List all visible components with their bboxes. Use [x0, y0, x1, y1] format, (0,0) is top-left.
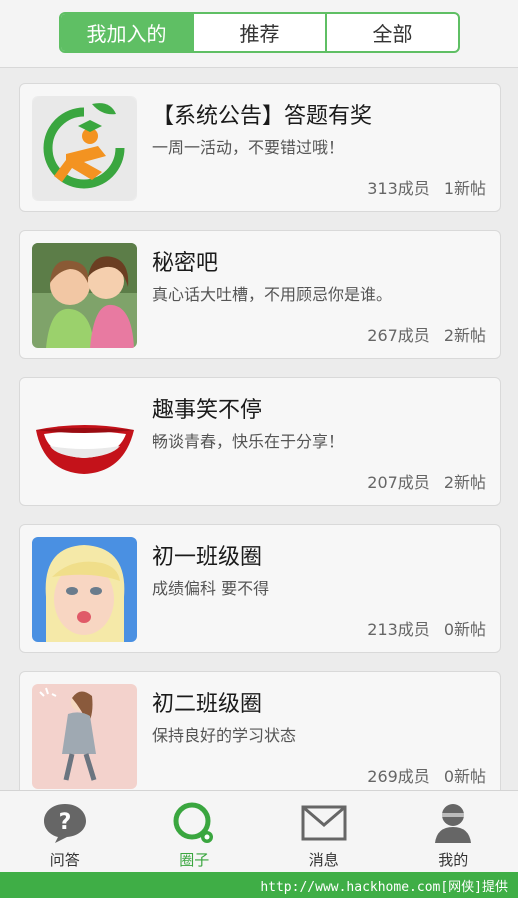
- tab-all[interactable]: 全部: [325, 14, 458, 51]
- member-count: 313成员: [367, 179, 430, 198]
- walking-girl-illustration: [32, 684, 137, 789]
- smiling-lips-icon: [32, 390, 137, 495]
- envelope-icon: [301, 805, 347, 841]
- segmented-tabs: 我加入的 推荐 全部: [59, 12, 460, 53]
- nav-label: 消息: [308, 851, 339, 869]
- nav-item-messages[interactable]: 消息: [259, 791, 389, 872]
- group-description: 真心话大吐槽，不用顾忌你是谁。: [152, 285, 393, 304]
- question-bubble-icon: ?: [43, 804, 86, 843]
- group-title: 初二班级圈: [152, 692, 263, 717]
- group-description: 一周一活动，不要错过哦！: [152, 138, 345, 157]
- group-title: 秘密吧: [152, 251, 219, 276]
- nav-label: 问答: [49, 851, 80, 869]
- group-stats: 213成员 0新帖: [367, 616, 486, 640]
- nav-item-qa[interactable]: ? 问答: [0, 791, 130, 872]
- nav-item-me[interactable]: 我的: [389, 791, 518, 872]
- group-stats: 267成员 2新帖: [367, 322, 486, 346]
- group-stats: 207成员 2新帖: [367, 469, 486, 493]
- group-description: 畅谈青春，快乐在于分享！: [152, 432, 345, 451]
- cartoon-girl-avatar: [32, 537, 137, 642]
- group-card[interactable]: 初一班级圈 成绩偏科 要不得 213成员 0新帖: [19, 524, 501, 653]
- group-stats: 269成员 0新帖: [367, 763, 486, 787]
- group-list: 【系统公告】答题有奖 一周一活动，不要错过哦！ 313成员 1新帖 秘密吧 真心…: [0, 68, 518, 790]
- group-title: 【系统公告】答题有奖: [152, 104, 373, 129]
- member-count: 213成员: [367, 620, 430, 639]
- bottom-navigation: ? 问答 圈子 消息 我的: [0, 790, 518, 872]
- top-bar: 我加入的 推荐 全部: [0, 0, 518, 68]
- group-description: 成绩偏科 要不得: [152, 579, 270, 598]
- group-card[interactable]: 初二班级圈 保持良好的学习状态 269成员 0新帖: [19, 671, 501, 790]
- new-post-count: 1新帖: [443, 179, 486, 198]
- person-icon: [435, 804, 472, 843]
- svg-text:?: ?: [58, 810, 71, 835]
- group-stats: 313成员 1新帖: [367, 175, 486, 199]
- watermark-text: http://www.hackhome.com[网侠]提供: [260, 879, 508, 895]
- new-post-count: 0新帖: [443, 620, 486, 639]
- tab-recommended[interactable]: 推荐: [192, 14, 325, 51]
- group-title: 趣事笑不停: [152, 398, 263, 423]
- group-title: 初一班级圈: [152, 545, 263, 570]
- nav-label: 我的: [438, 851, 469, 869]
- watermark-bar: http://www.hackhome.com[网侠]提供: [0, 872, 518, 898]
- education-logo-icon: [32, 96, 137, 201]
- group-card[interactable]: 【系统公告】答题有奖 一周一活动，不要错过哦！ 313成员 1新帖: [19, 83, 501, 212]
- member-count: 207成员: [367, 473, 430, 492]
- new-post-count: 0新帖: [443, 767, 486, 786]
- children-whisper-photo: [32, 243, 137, 348]
- group-card[interactable]: 秘密吧 真心话大吐槽，不用顾忌你是谁。 267成员 2新帖: [19, 230, 501, 359]
- new-post-count: 2新帖: [443, 326, 486, 345]
- member-count: 269成员: [367, 767, 430, 786]
- group-description: 保持良好的学习状态: [152, 726, 297, 745]
- circle-search-icon: [173, 802, 214, 843]
- tab-joined[interactable]: 我加入的: [61, 14, 192, 51]
- new-post-count: 2新帖: [443, 473, 486, 492]
- group-card[interactable]: 趣事笑不停 畅谈青春，快乐在于分享！ 207成员 2新帖: [19, 377, 501, 506]
- member-count: 267成员: [367, 326, 430, 345]
- nav-item-circle[interactable]: 圈子: [130, 791, 260, 872]
- nav-label: 圈子: [179, 851, 210, 869]
